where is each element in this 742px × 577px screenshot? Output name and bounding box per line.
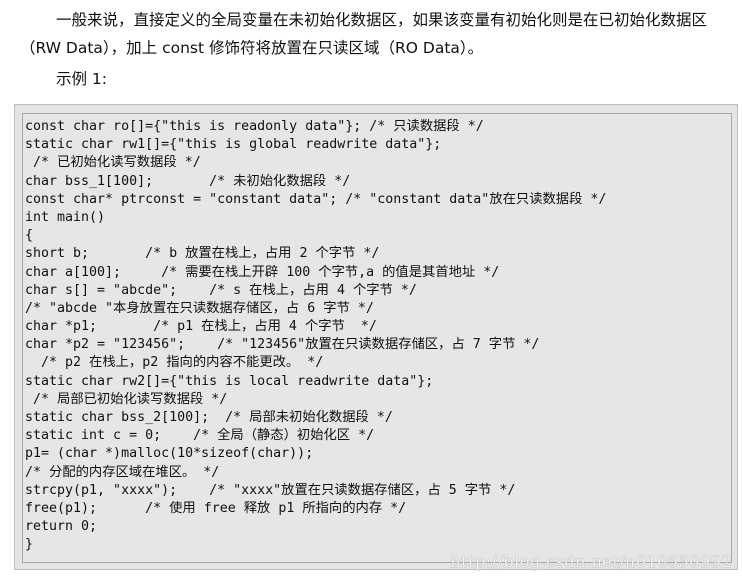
code-line: /* 分配的内存区域在堆区。 */ [25, 464, 220, 480]
code-line: char bss_1[100]; /* 未初始化数据段 */ [25, 173, 351, 189]
code-line: static char bss_2[100]; /* 局部未初始化数据段 */ [25, 410, 393, 425]
code-line: /* 已初始化读写数据段 */ [25, 155, 201, 171]
code-line: char *p2 = "123456"; /* "123456"放置在只读数据存… [25, 337, 540, 353]
code-line: int main() [25, 209, 106, 225]
code-line: strcpy(p1, "xxxx"); /* "xxxx"放置在只读数据存储区，… [25, 482, 516, 498]
code-block-inner: const char ro[]={"this is readonly data"… [22, 113, 732, 563]
code-line: return 0; [25, 519, 98, 535]
code-line: /* 局部已初始化读写数据段 */ [25, 391, 228, 407]
example-label: 示例 1: [56, 70, 108, 88]
code-line: char *p1; /* p1 在栈上，占用 4 个字节 */ [25, 319, 377, 335]
code-line: p1= (char *)malloc(10*sizeof(char)); [25, 446, 314, 462]
code-line: static char rw1[]={"this is global readw… [25, 137, 442, 153]
code-line: short b; /* b 放置在栈上，占用 2 个字节 */ [25, 246, 380, 262]
code-line: free(p1); /* 使用 free 释放 p1 所指向的内存 */ [25, 500, 407, 516]
code-line: const char ro[]={"this is readonly data"… [25, 119, 484, 134]
code-line: /* "abcde "本身放置在只读数据存储区，占 6 字节 */ [25, 300, 374, 316]
code-block: const char ro[]={"this is readonly data"… [14, 104, 738, 570]
code-line: const char* ptrconst = "constant data"; … [25, 191, 607, 207]
code-line: char s[] = "abcde"; /* s 在栈上，占用 4 个字节 */ [25, 282, 417, 298]
code-line: char a[100]; /* 需要在栈上开辟 100 个字节,a 的值是其首地… [25, 264, 500, 280]
code-line: static int c = 0; /* 全局（静态）初始化区 */ [25, 428, 375, 444]
watermark: http://blog.csdn.net/u010550992 [450, 552, 732, 571]
code-line: { [25, 228, 34, 244]
code-line: /* p2 在栈上，p2 指向的内容不能更改。 */ [25, 355, 324, 371]
code-listing: const char ro[]={"this is readonly data"… [23, 118, 731, 555]
code-line: static char rw2[]={"this is local readwr… [25, 373, 434, 389]
intro-paragraph: 一般来说，直接定义的全局变量在未初始化数据区，如果该变量有初始化则是在已初始化数… [20, 6, 720, 62]
intro-paragraph-text: 一般来说，直接定义的全局变量在未初始化数据区，如果该变量有初始化则是在已初始化数… [20, 11, 708, 57]
